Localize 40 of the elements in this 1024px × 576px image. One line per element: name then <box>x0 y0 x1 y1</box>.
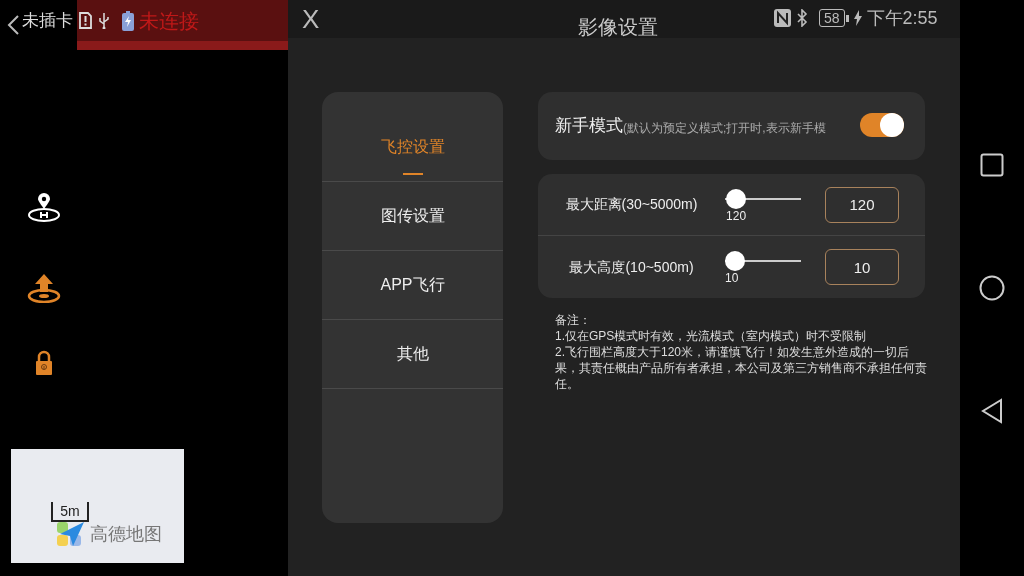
home-icon[interactable] <box>979 275 1005 301</box>
menu-tab[interactable]: 飞控设置 <box>322 113 503 182</box>
slider-reading: 10 <box>725 272 739 284</box>
back-icon[interactable] <box>980 398 1004 424</box>
notes-heading: 备注： <box>555 312 592 328</box>
limit-input[interactable]: 120 <box>825 186 899 223</box>
novice-mode-label: 新手模式 <box>555 115 623 138</box>
recents-icon[interactable] <box>980 153 1004 177</box>
usb-icon <box>98 12 110 30</box>
dialog-title: 影像设置 <box>578 17 658 37</box>
limit-label: 最大距离(30~5000m) <box>564 195 699 214</box>
map-logo-icon <box>56 520 86 548</box>
limit-label: 最大高度(10~500m) <box>568 257 695 277</box>
novice-mode-hint: (默认为预定义模式;打开时,表示新手模 <box>623 120 826 137</box>
menu-tab[interactable]: APP飞行 <box>322 251 503 320</box>
note-text: 2.飞行围栏高度大于120米，请谨慎飞行！如发生意外造成的一切后果，其责任概由产品所有者承担，本公司及第三方销售商不承担任何责任。 <box>555 344 928 392</box>
home-point-icon[interactable] <box>27 193 61 223</box>
slider-thumb[interactable] <box>726 188 747 209</box>
toggle-switch[interactable] <box>860 113 904 137</box>
limit-input[interactable]: 10 <box>825 249 899 285</box>
menu-tab[interactable]: 图传设置 <box>322 182 503 251</box>
back-icon[interactable] <box>6 14 20 36</box>
clock: 下午2:55 <box>866 9 938 27</box>
map-brand: 高德地图 <box>90 522 162 546</box>
connection-status: 未连接 <box>139 10 199 31</box>
menu-tab[interactable]: 其他 <box>322 320 503 389</box>
nfc-icon <box>774 9 791 27</box>
slider-reading: 120 <box>726 209 747 222</box>
lock-icon[interactable] <box>35 350 53 376</box>
sim-alert-icon <box>79 12 92 30</box>
bluetooth-icon <box>796 9 808 27</box>
map-view[interactable]: 5m 高德地图 <box>11 449 184 563</box>
close-button[interactable]: X <box>302 6 320 32</box>
takeoff-icon[interactable] <box>27 273 61 303</box>
sim-status: 未插卡 <box>22 10 73 32</box>
battery-charging-icon <box>122 10 134 31</box>
slider-thumb[interactable] <box>725 251 745 271</box>
charging-icon <box>853 10 862 26</box>
battery-indicator: 58 <box>819 9 849 27</box>
note-text: 1.仅在GPS模式时有效，光流模式（室内模式）时不受限制 <box>555 328 868 344</box>
